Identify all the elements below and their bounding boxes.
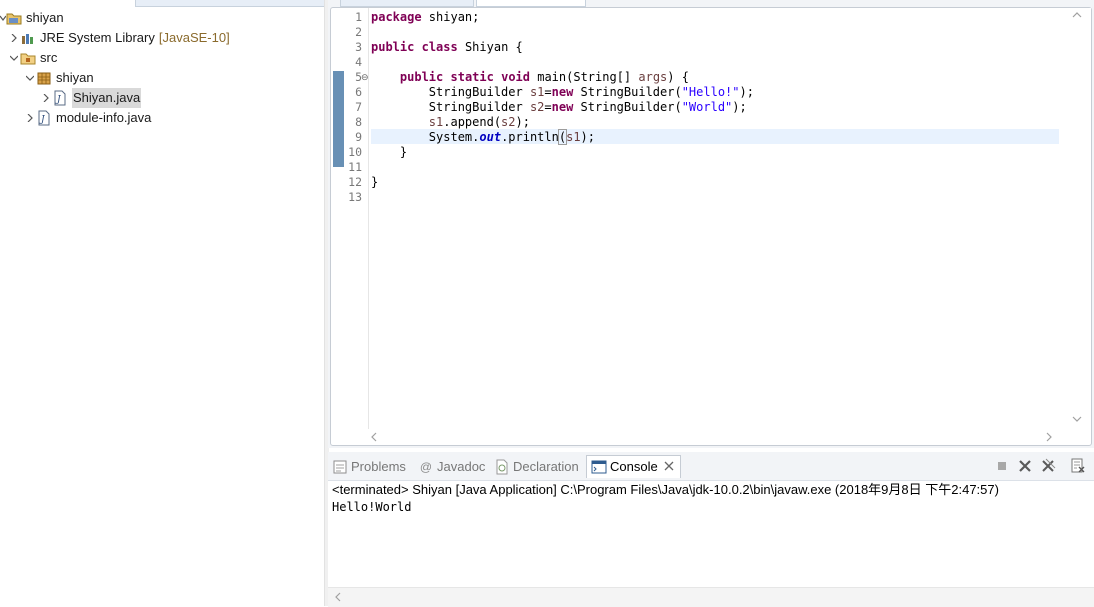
terminate-icon[interactable]: [994, 458, 1010, 474]
line-number: 8: [355, 115, 362, 129]
editor-tab-strip: [328, 0, 1094, 7]
tab-javadoc[interactable]: @ Javadoc: [418, 456, 486, 478]
scroll-down-icon[interactable]: [1072, 414, 1082, 426]
console-launch-status: <terminated> Shiyan [Java Application] C…: [332, 482, 999, 497]
clear-console-icon[interactable]: [1070, 458, 1086, 474]
remove-all-icon[interactable]: [1040, 458, 1056, 474]
bottom-tab-bar: Problems @ Javadoc Declaration Console: [328, 452, 1094, 481]
library-icon: [20, 30, 36, 46]
console-icon: [591, 459, 607, 475]
chevron-right-icon[interactable]: [24, 108, 36, 128]
line-number: 10: [348, 145, 362, 159]
tree-file-shiyan-java[interactable]: J Shiyan.java: [40, 88, 142, 108]
code-line: StringBuilder s1=new StringBuilder("Hell…: [371, 85, 754, 99]
code-text-area[interactable]: package shiyan; public class Shiyan { pu…: [371, 8, 1059, 429]
tree-label: src: [40, 50, 58, 65]
tree-label: JRE System Library: [40, 30, 155, 45]
console-view: Problems @ Javadoc Declaration Console <…: [328, 452, 1094, 607]
line-number: 11: [348, 160, 362, 174]
line-number: 12: [348, 175, 362, 189]
line-number: 3: [355, 40, 362, 54]
java-file-icon: J: [36, 110, 52, 126]
tree-label-selected: Shiyan.java: [72, 88, 142, 108]
tree-src-folder[interactable]: src: [8, 48, 57, 68]
scroll-left-icon[interactable]: [334, 592, 342, 605]
explorer-tab-stub[interactable]: [135, 0, 327, 7]
tree-decoration: [JavaSE-10]: [158, 30, 230, 45]
editor-area: 1 2 3 4 5 6 7 8 9 10 11 12 13 ⊖ package …: [328, 0, 1094, 448]
close-icon[interactable]: [664, 456, 674, 478]
code-line: }: [371, 175, 379, 189]
code-line: package shiyan;: [371, 10, 480, 24]
chevron-down-icon[interactable]: [24, 68, 36, 88]
package-explorer: shiyan JRE System Library [JavaSE-10] sr…: [0, 0, 327, 606]
tree-label: module-info.java: [56, 110, 152, 125]
editor-tab-stub[interactable]: [340, 0, 474, 7]
tree-jre-library[interactable]: JRE System Library [JavaSE-10]: [8, 28, 230, 48]
code-line: StringBuilder s2=new StringBuilder("Worl…: [371, 100, 747, 114]
declaration-icon: [494, 459, 510, 475]
editor-tab-active-stub[interactable]: [476, 0, 586, 7]
tab-console[interactable]: Console: [586, 455, 681, 478]
tree-file-module-info[interactable]: J module-info.java: [24, 108, 151, 128]
problems-icon: [332, 459, 348, 475]
line-number: 7: [355, 100, 362, 114]
code-line: System.out.println(s1);: [371, 129, 595, 145]
line-number: 5: [355, 70, 362, 84]
tab-declaration[interactable]: Declaration: [494, 456, 579, 478]
line-number: 4: [355, 55, 362, 69]
scroll-right-icon[interactable]: [1045, 432, 1053, 445]
source-folder-icon: [20, 50, 36, 66]
line-number: 1: [355, 10, 362, 24]
tree-project-shiyan[interactable]: shiyan: [0, 8, 64, 28]
tab-problems[interactable]: Problems: [332, 456, 406, 478]
scroll-left-icon[interactable]: [370, 432, 378, 445]
line-number: 9: [355, 130, 362, 144]
remove-launch-icon[interactable]: [1017, 458, 1033, 474]
code-line: public static void main(String[] args) {: [399, 70, 689, 84]
package-icon: [36, 70, 52, 86]
tab-label: Problems: [351, 459, 406, 474]
tree-label: shiyan: [56, 70, 94, 85]
editor-vertical-scrollbar[interactable]: [1063, 8, 1091, 429]
code-line: public class Shiyan {: [371, 40, 523, 54]
explorer-tab-strip: [0, 0, 327, 7]
java-file-icon: J: [52, 90, 68, 106]
editor-horizontal-scrollbar[interactable]: [368, 429, 1061, 445]
line-number-gutter: 1 2 3 4 5 6 7 8 9 10 11 12 13 ⊖: [344, 8, 369, 429]
tab-label: Console: [610, 459, 658, 474]
line-number: 6: [355, 85, 362, 99]
tab-label: Javadoc: [437, 459, 486, 474]
line-number: 2: [355, 25, 362, 39]
fold-collapse-icon[interactable]: ⊖: [361, 70, 369, 85]
console-output-text[interactable]: Hello!World: [332, 499, 411, 515]
code-editor[interactable]: 1 2 3 4 5 6 7 8 9 10 11 12 13 ⊖ package …: [330, 7, 1092, 446]
scroll-up-icon[interactable]: [1072, 10, 1082, 22]
console-horizontal-scrollbar[interactable]: [328, 587, 1094, 607]
chevron-right-icon[interactable]: [8, 28, 20, 48]
javadoc-icon: @: [419, 460, 433, 474]
project-icon: [6, 10, 22, 26]
tree-label: shiyan: [26, 10, 64, 25]
chevron-down-icon[interactable]: [8, 48, 20, 68]
code-line: }: [371, 145, 408, 159]
tree-package-shiyan[interactable]: shiyan: [24, 68, 94, 88]
code-line: s1.append(s2);: [428, 115, 530, 129]
tab-label: Declaration: [513, 459, 579, 474]
line-number: 13: [348, 190, 362, 204]
chevron-right-icon[interactable]: [40, 88, 52, 108]
